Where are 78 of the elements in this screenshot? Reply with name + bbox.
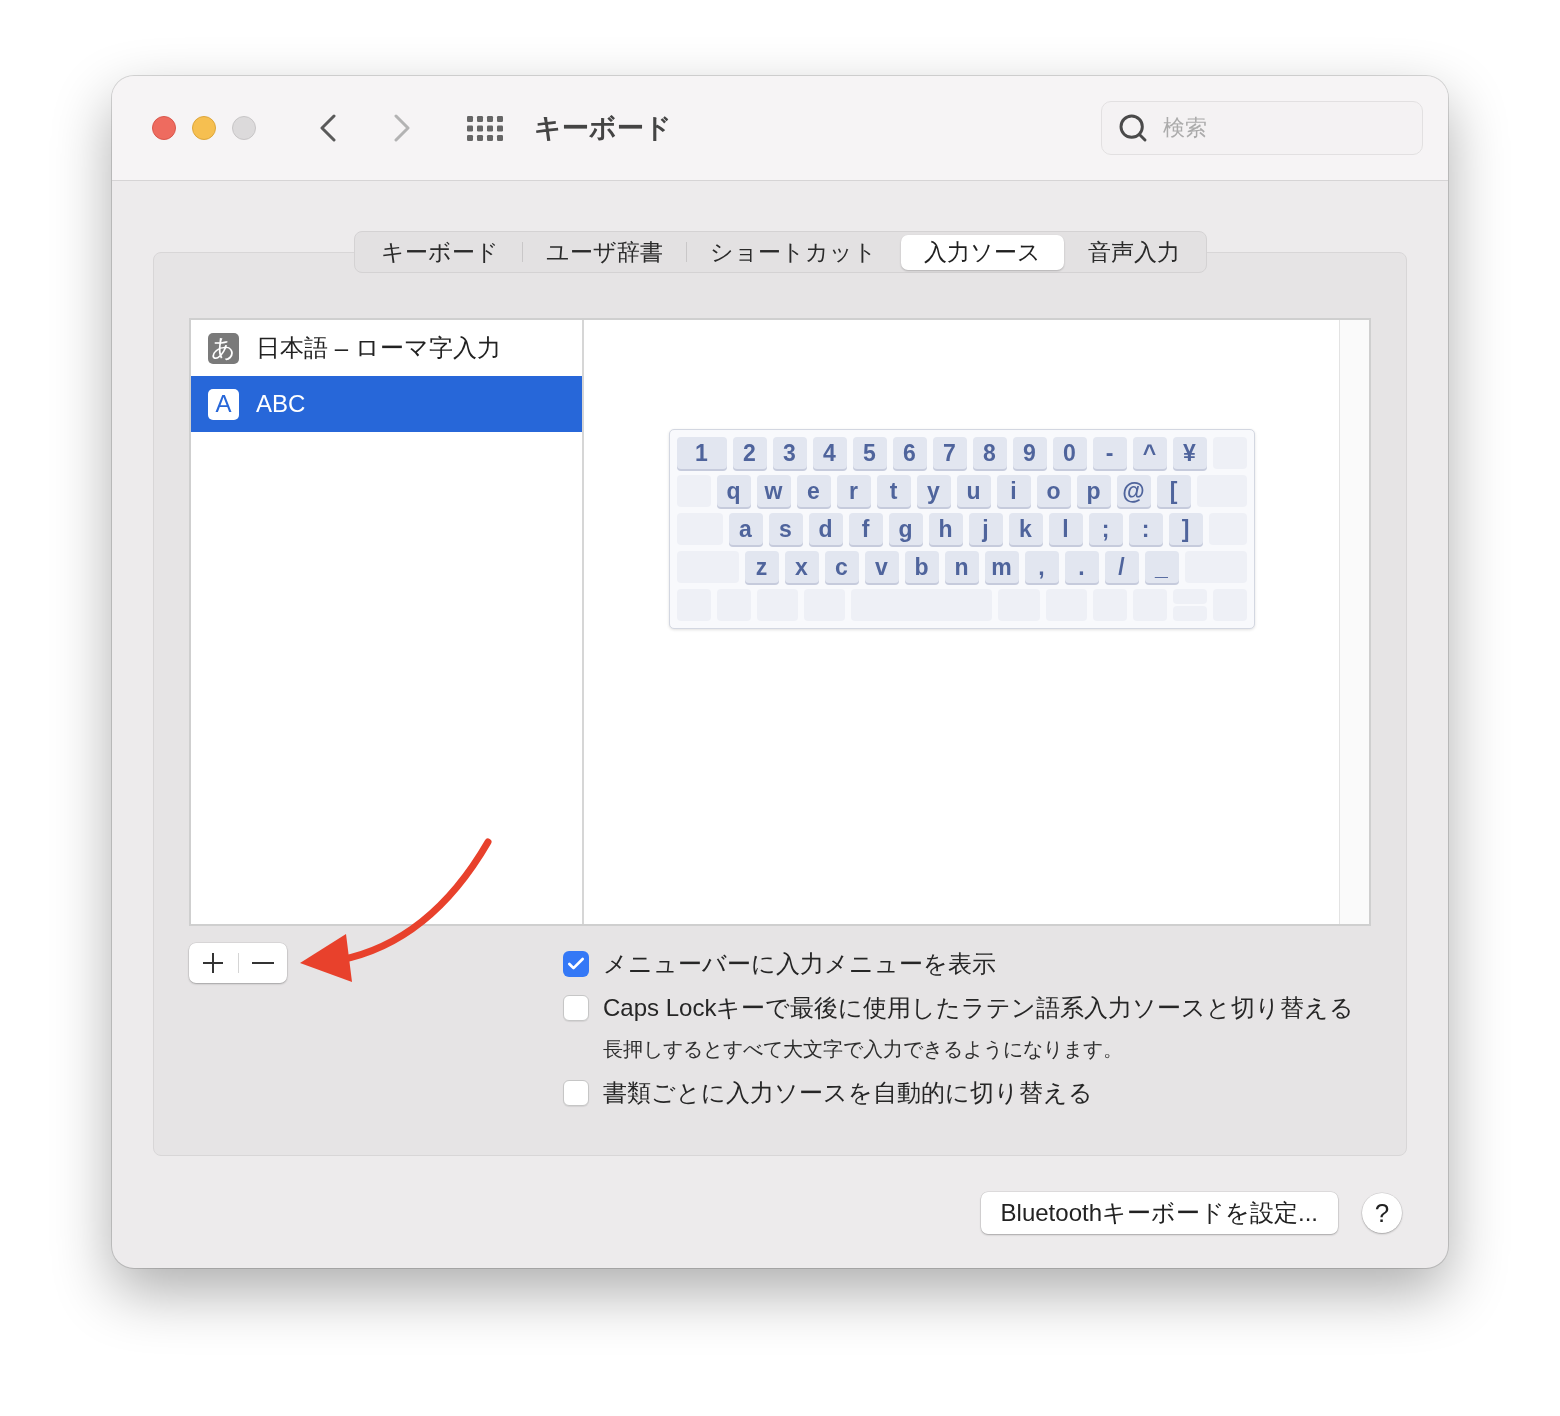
keyboard-key: ; <box>1088 513 1123 545</box>
help-button[interactable]: ? <box>1362 1193 1402 1233</box>
keyboard-key: p <box>1076 475 1111 507</box>
keyboard-key: b <box>904 551 939 583</box>
chevron-left-icon <box>320 114 336 142</box>
keyboard-key: ] <box>1168 513 1203 545</box>
keyboard-key: i <box>996 475 1031 507</box>
keyboard-key: 1 <box>676 437 727 469</box>
keyboard-key: 3 <box>772 437 807 469</box>
search-icon <box>1117 112 1149 144</box>
keyboard-key: m <box>984 551 1019 583</box>
input-source-item[interactable]: A ABC <box>191 376 582 432</box>
keyboard-key: e <box>796 475 831 507</box>
checkbox-label: 書類ごとに入力ソースを自動的に切り替える <box>603 1081 1093 1105</box>
show-all-button[interactable] <box>466 114 504 142</box>
keyboard-key: , <box>1024 551 1059 583</box>
keyboard-key: k <box>1008 513 1043 545</box>
keyboard-key: f <box>848 513 883 545</box>
tab[interactable]: 入力ソース <box>900 234 1064 270</box>
input-source-name: 日本語 – ローマ字入力 <box>256 336 501 360</box>
window-title: キーボード <box>534 114 672 142</box>
keyboard-key: - <box>1092 437 1127 469</box>
checkbox[interactable] <box>563 951 589 977</box>
keyboard-key: 4 <box>812 437 847 469</box>
keyboard-key: 5 <box>852 437 887 469</box>
keyboard-key: w <box>756 475 791 507</box>
keyboard-key: 6 <box>892 437 927 469</box>
keyboard-key: ¥ <box>1172 437 1207 469</box>
keyboard-key: 9 <box>1012 437 1047 469</box>
input-mode-tile: A <box>208 388 239 420</box>
keyboard-key: y <box>916 475 951 507</box>
keyboard-key: ^ <box>1132 437 1167 469</box>
keyboard-key: l <box>1048 513 1083 545</box>
keyboard-key: j <box>968 513 1003 545</box>
grid-icon <box>467 115 503 141</box>
keyboard-key: 7 <box>932 437 967 469</box>
checkbox[interactable] <box>563 995 589 1021</box>
keyboard-key: z <box>744 551 779 583</box>
checkbox-label: メニューバーに入力メニューを表示 <box>603 952 996 976</box>
keyboard-key: x <box>784 551 819 583</box>
keyboard-key: v <box>864 551 899 583</box>
plus-icon <box>203 953 224 973</box>
keyboard-key: [ <box>1156 475 1191 507</box>
keyboard-key: o <box>1036 475 1071 507</box>
keyboard-key: g <box>888 513 923 545</box>
keyboard-key: d <box>808 513 843 545</box>
checkbox[interactable] <box>563 1080 589 1106</box>
keyboard-key: c <box>824 551 859 583</box>
keyboard-key: : <box>1128 513 1163 545</box>
minus-icon <box>251 962 274 964</box>
tab[interactable]: 音声入力 <box>1064 234 1203 270</box>
keyboard-key: a <box>728 513 763 545</box>
tab[interactable]: ユーザ辞書 <box>522 234 686 270</box>
setup-keyboard-button[interactable]: Bluetoothキーボードを設定... <box>980 1192 1338 1234</box>
keyboard-key: @ <box>1116 475 1151 507</box>
chevron-right-icon <box>394 114 410 142</box>
close-button[interactable] <box>152 116 176 140</box>
keyboard-key: r <box>836 475 871 507</box>
keyboard-key: / <box>1104 551 1139 583</box>
keyboard-key: s <box>768 513 803 545</box>
keyboard-key: n <box>944 551 979 583</box>
keyboard-key: _ <box>1144 551 1179 583</box>
keyboard-key: h <box>928 513 963 545</box>
keyboard-key: 2 <box>732 437 767 469</box>
tab[interactable]: ショートカット <box>686 234 900 270</box>
hint-text: 長押しするとすべて大文字で入力できるようになります。 <box>603 1037 1123 1062</box>
keyboard-key: u <box>956 475 991 507</box>
tab[interactable]: キーボード <box>357 234 522 270</box>
keyboard-key: q <box>716 475 751 507</box>
minimize-button[interactable] <box>192 116 216 140</box>
keyboard-key: 0 <box>1052 437 1087 469</box>
input-mode-tile: あ <box>208 332 239 364</box>
keyboard-key: 8 <box>972 437 1007 469</box>
search-field[interactable]: 検索 <box>1101 101 1423 155</box>
checkbox-label: Caps Lockキーで最後に使用したラテン語系入力ソースと切り替える <box>603 996 1355 1020</box>
keyboard-key: t <box>876 475 911 507</box>
input-source-name: ABC <box>256 392 306 416</box>
keyboard-key: . <box>1064 551 1099 583</box>
